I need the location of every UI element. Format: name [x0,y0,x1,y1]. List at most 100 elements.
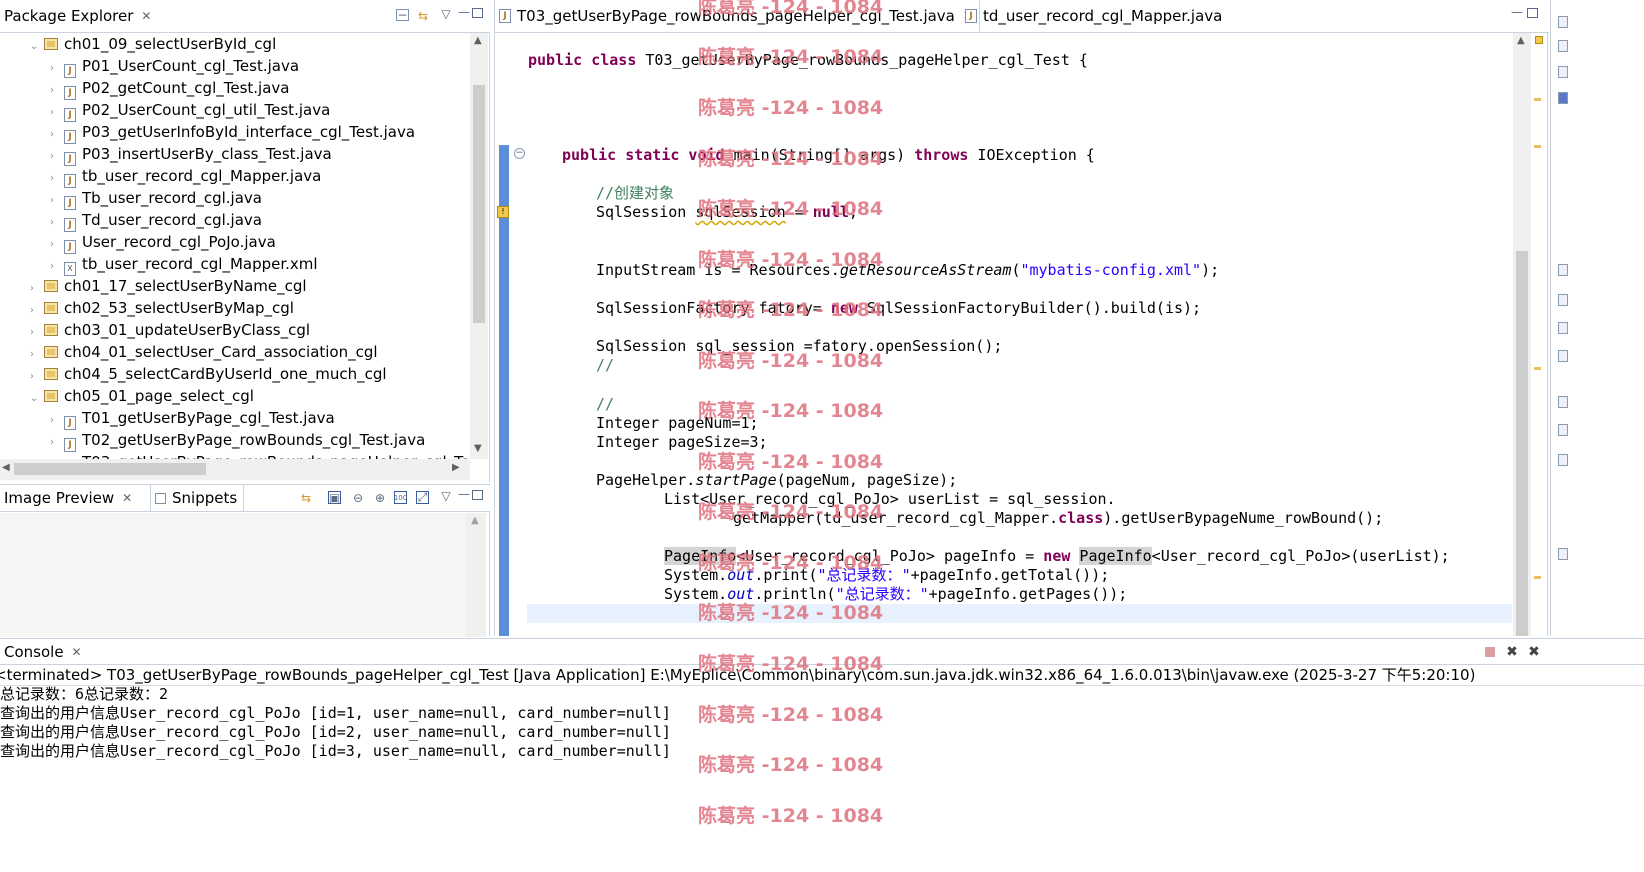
code-line-comment[interactable]: // [596,395,614,414]
view-icon[interactable] [1558,548,1568,560]
view-icon[interactable] [1558,66,1568,78]
maximize-icon[interactable] [1527,8,1538,18]
package-icon [44,368,58,380]
code-line-comment[interactable]: // [596,356,614,375]
chevron-down-icon[interactable]: ⌄ [30,388,44,410]
view-menu-icon[interactable]: ▽ [438,6,454,22]
tree-item-file[interactable]: › J T01_getUserByPage_cgl_Test.java [50,407,335,430]
tree-item-file[interactable]: › J P01_UserCount_cgl_Test.java [50,55,299,78]
minimize-icon[interactable]: — [456,4,472,20]
tab-mapper-editor[interactable]: J td_user_record_cgl_Mapper.java [961,0,1228,32]
scroll-right-icon[interactable]: ▶ [452,462,460,473]
outline-icon[interactable] [1558,16,1568,28]
tree-item-file[interactable]: › J P02_getCount_cgl_Test.java [50,77,289,100]
view-menu-icon[interactable]: ▽ [438,488,454,504]
preview-scrollbar[interactable]: ▲ [466,513,486,637]
warning-icon[interactable]: ! [497,206,509,218]
watermark: 陈葛亮 -124 - 1084 [698,653,884,675]
tab-image-preview[interactable]: Image Preview ✕ [0,485,139,511]
overview-marker[interactable] [1534,367,1541,370]
sync-icon[interactable]: ⇆ [298,490,314,506]
console-line: 查询出的用户信息User_record_cgl_PoJo [id=3, user… [0,742,671,760]
view-icon[interactable] [1558,264,1568,276]
zoom-out-icon[interactable]: ⊖ [350,490,366,506]
tree-item-file[interactable]: › Xtb_user_record_cgl_Mapper.xml [50,253,318,276]
fit-window-icon[interactable]: ⤢ [416,490,429,504]
code-line-factory[interactable]: SqlSessionFactory fatory= new SqlSession… [596,299,1201,318]
watermark: 陈葛亮 -124 - 1084 [698,805,884,827]
tree-item-package[interactable]: › ch03_01_updateUserByClass_cgl [30,319,310,341]
console-line: 查询出的用户信息User_record_cgl_PoJo [id=1, user… [0,704,671,722]
tree-item-file[interactable]: › J Tb_user_record_cgl.java [50,187,262,210]
tree-item-file[interactable]: › J P03_getUserInfoById_interface_cgl_Test… [50,121,415,144]
scroll-left-icon[interactable]: ◀ [2,462,10,473]
package-explorer-tabbar: Package Explorer ✕ − ⇆ ▽ — [0,0,490,33]
overview-marker[interactable] [1534,145,1541,148]
close-icon[interactable]: ✕ [141,9,151,23]
scroll-up-icon[interactable]: ▲ [471,515,479,526]
tree-item-package[interactable]: › ch04_01_selectUser_Card_association_cgl [30,341,378,363]
collapse-icon[interactable]: − [514,148,525,159]
tree-horizontal-scrollbar[interactable]: ◀ ▶ [0,459,470,480]
chevron-down-icon[interactable]: ⌄ [30,36,44,58]
tree-vertical-scrollbar[interactable]: ▲ ▼ [470,33,488,459]
tree-item-package[interactable]: ⌄ ch05_01_page_select_cgl [30,385,254,407]
code-line-comment-create[interactable]: //创建对象 [596,184,674,203]
view-icon[interactable] [1558,294,1568,306]
overview-marker[interactable] [1534,98,1541,101]
tree-item-file[interactable]: › J P02_UserCount_cgl_util_Test.java [50,99,330,122]
scroll-up-icon[interactable]: ▲ [1517,35,1525,46]
minimize-icon[interactable]: — [456,486,472,502]
tree-item-label: ch04_01_selectUser_Card_association_cgl [64,343,378,361]
tree-item-package[interactable]: › ch01_17_selectUserByName_cgl [30,275,307,297]
close-icon[interactable]: ✕ [72,645,82,659]
tab-console[interactable]: Console ✕ [0,639,88,664]
view-icon[interactable] [1558,396,1568,408]
tree-item-file[interactable]: › J P03_insertUserBy_class_Test.java [50,143,332,166]
overview-warning-marker[interactable] [1535,36,1543,44]
book-icon[interactable] [1558,92,1568,104]
view-icon[interactable] [1558,454,1568,466]
tree-item-label: User_record_cgl_PoJo.java [82,233,276,251]
maximize-icon[interactable] [472,490,483,500]
tree-item-file[interactable]: › Jtb_user_record_cgl_Mapper.java [50,165,321,188]
collapse-all-icon[interactable]: − [396,8,409,22]
tab-package-explorer[interactable]: Package Explorer ✕ [0,0,158,32]
minimize-icon[interactable]: — [1509,4,1525,20]
fit-image-icon[interactable]: ▣ [328,491,341,505]
code-line-inputstream[interactable]: InputStream is = Resources.getResourceAs… [596,261,1219,280]
view-icon[interactable] [1558,322,1568,334]
tree-item-file[interactable]: › J User_record_cgl_PoJo.java [50,231,276,254]
view-icon[interactable] [1558,350,1568,362]
tree-item-package[interactable]: › ch02_53_selectUserByMap_cgl [30,297,294,319]
scroll-down-icon[interactable]: ▼ [474,443,482,454]
java-file-icon: J [64,64,76,78]
link-with-editor-icon[interactable]: ⇆ [415,8,431,24]
view-icon[interactable] [1558,424,1568,436]
tree-item-file[interactable]: › J T02_getUserByPage_rowBounds_cgl_Test.j… [50,429,425,452]
tab-snippets[interactable]: Snippets [150,485,245,511]
actual-size-icon[interactable]: 100 [394,491,407,504]
tree-item-file[interactable]: ›JT03_getUserByPage_rowBounds_pageHelper… [50,451,470,459]
tree-item-package[interactable]: ⌄ ch01_09_selectUserById_cgl [30,33,276,55]
scroll-up-icon[interactable]: ▲ [474,35,482,46]
scrollbar-thumb[interactable] [1516,251,1528,636]
editor-vertical-scrollbar[interactable]: ▲ [1513,33,1531,636]
scrollbar-thumb[interactable] [14,463,206,475]
remove-all-terminated-icon[interactable]: ✖ [1526,644,1542,660]
remove-launch-icon[interactable]: ✖ [1504,644,1520,660]
tree-item-package[interactable]: › ch04_5_selectCardByUserId_one_much_cgl [30,363,387,385]
view-icon[interactable] [1558,40,1568,52]
terminate-icon[interactable] [1482,644,1498,660]
image-preview-area [0,513,466,637]
tab-label: Snippets [172,489,238,507]
zoom-in-icon[interactable]: ⊕ [372,490,388,506]
snippets-icon [155,492,166,504]
tree-item-file[interactable]: › J Td_user_record_cgl.java [50,209,262,232]
java-file-icon: J [64,130,76,144]
watermark: 陈葛亮 -124 - 1084 [698,299,884,321]
close-icon[interactable]: ✕ [122,491,132,505]
scrollbar-thumb[interactable] [473,85,485,323]
maximize-icon[interactable] [472,8,483,18]
overview-marker[interactable] [1534,576,1541,579]
